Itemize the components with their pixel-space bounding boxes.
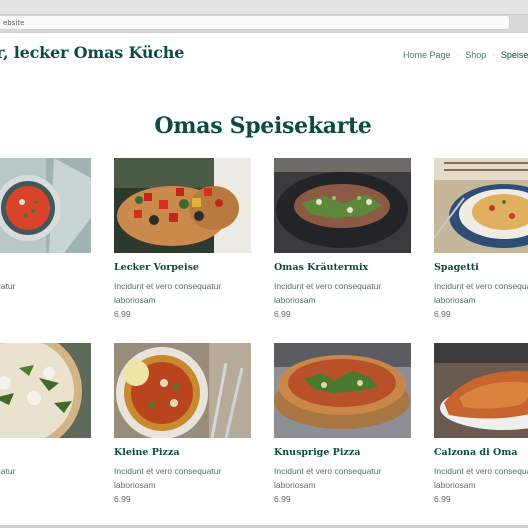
dish-description: Incidunt et vero consequatur laboriosam — [434, 464, 528, 492]
dish-description: Incidunt et vero consequatur laboriosam — [274, 279, 424, 307]
dish-name[interactable]: Knusprige Pizza — [274, 447, 360, 458]
nav-separator: · — [456, 50, 460, 60]
herb-salad-image[interactable] — [274, 158, 411, 253]
dish-description-line: Incidunt et vero consequatur — [434, 466, 528, 476]
crispy-pizza-image[interactable] — [274, 343, 411, 438]
dish-description: Incidunt et vero consequatur laboriosam — [434, 279, 528, 307]
dish-price: 6.99 — [274, 494, 291, 504]
calzone-image[interactable] — [434, 343, 528, 438]
pizza-image[interactable] — [0, 343, 91, 438]
dish-price: 6.99 — [274, 309, 291, 319]
nav-home-link[interactable]: Home Page — [403, 50, 451, 60]
dish-description: Incidunt et vero consequatur laboriosam — [114, 279, 264, 307]
dish-price: 6.99 — [434, 494, 451, 504]
dish-description-line: laboriosam — [434, 480, 476, 490]
dish-description: Incidunt et vero consequatur laboriosam — [114, 464, 264, 492]
dish-price: 6.99 — [114, 494, 131, 504]
dish-name[interactable]: Omas Kräutermix — [274, 262, 368, 273]
dish-description-line: ero consequatur — [0, 466, 16, 476]
soup-image[interactable] — [0, 158, 91, 253]
dish-description-line: laboriosam — [274, 480, 316, 490]
dish-description-line: Incidunt et vero consequatur — [114, 466, 222, 476]
main-navigation: Home Page · Shop · Speisek — [403, 50, 528, 60]
dish-price: 6.99 — [114, 309, 131, 319]
dish-description-line: Incidunt et vero consequatur — [114, 281, 222, 291]
bruschetta-image[interactable] — [114, 158, 251, 253]
address-bar[interactable]: ebsite — [0, 15, 510, 30]
nav-shop-link[interactable]: Shop — [465, 50, 486, 60]
dish-description-line: laboriosam — [434, 295, 476, 305]
spaghetti-image[interactable] — [434, 158, 528, 253]
dish-price: 6.99 — [434, 309, 451, 319]
dish-description-line: laboriosam — [274, 295, 316, 305]
dish-description: ero consequatur — [0, 279, 104, 293]
page-heading: Omas Speisekarte — [154, 113, 372, 139]
dish-description: Incidunt et vero consequatur laboriosam — [274, 464, 424, 492]
site-title[interactable]: er, lecker Omas Küche — [0, 43, 184, 62]
dish-description-line: Incidunt et vero consequatur — [274, 281, 382, 291]
dish-description-line: laboriosam — [114, 480, 156, 490]
dish-description-line: laboriosam — [114, 295, 156, 305]
dish-name[interactable]: Spagetti — [434, 262, 479, 273]
web-page: er, lecker Omas Küche Home Page · Shop ·… — [0, 33, 528, 528]
dish-name[interactable]: Kleine Pizza — [114, 447, 179, 458]
dish-description-line: Incidunt et vero consequatur — [434, 281, 528, 291]
dish-description-line: ero consequatur — [0, 281, 16, 291]
dish-description: ero consequatur — [0, 464, 104, 478]
nav-separator: · — [492, 50, 495, 60]
dish-name[interactable]: Calzona di Oma — [434, 447, 517, 458]
small-pizza-image[interactable] — [114, 343, 251, 438]
nav-speisekarte-link[interactable]: Speisek — [501, 50, 528, 60]
browser-toolbar — [0, 0, 528, 15]
dish-name[interactable]: Lecker Vorpeise — [114, 262, 199, 273]
dish-description-line: Incidunt et vero consequatur — [274, 466, 382, 476]
